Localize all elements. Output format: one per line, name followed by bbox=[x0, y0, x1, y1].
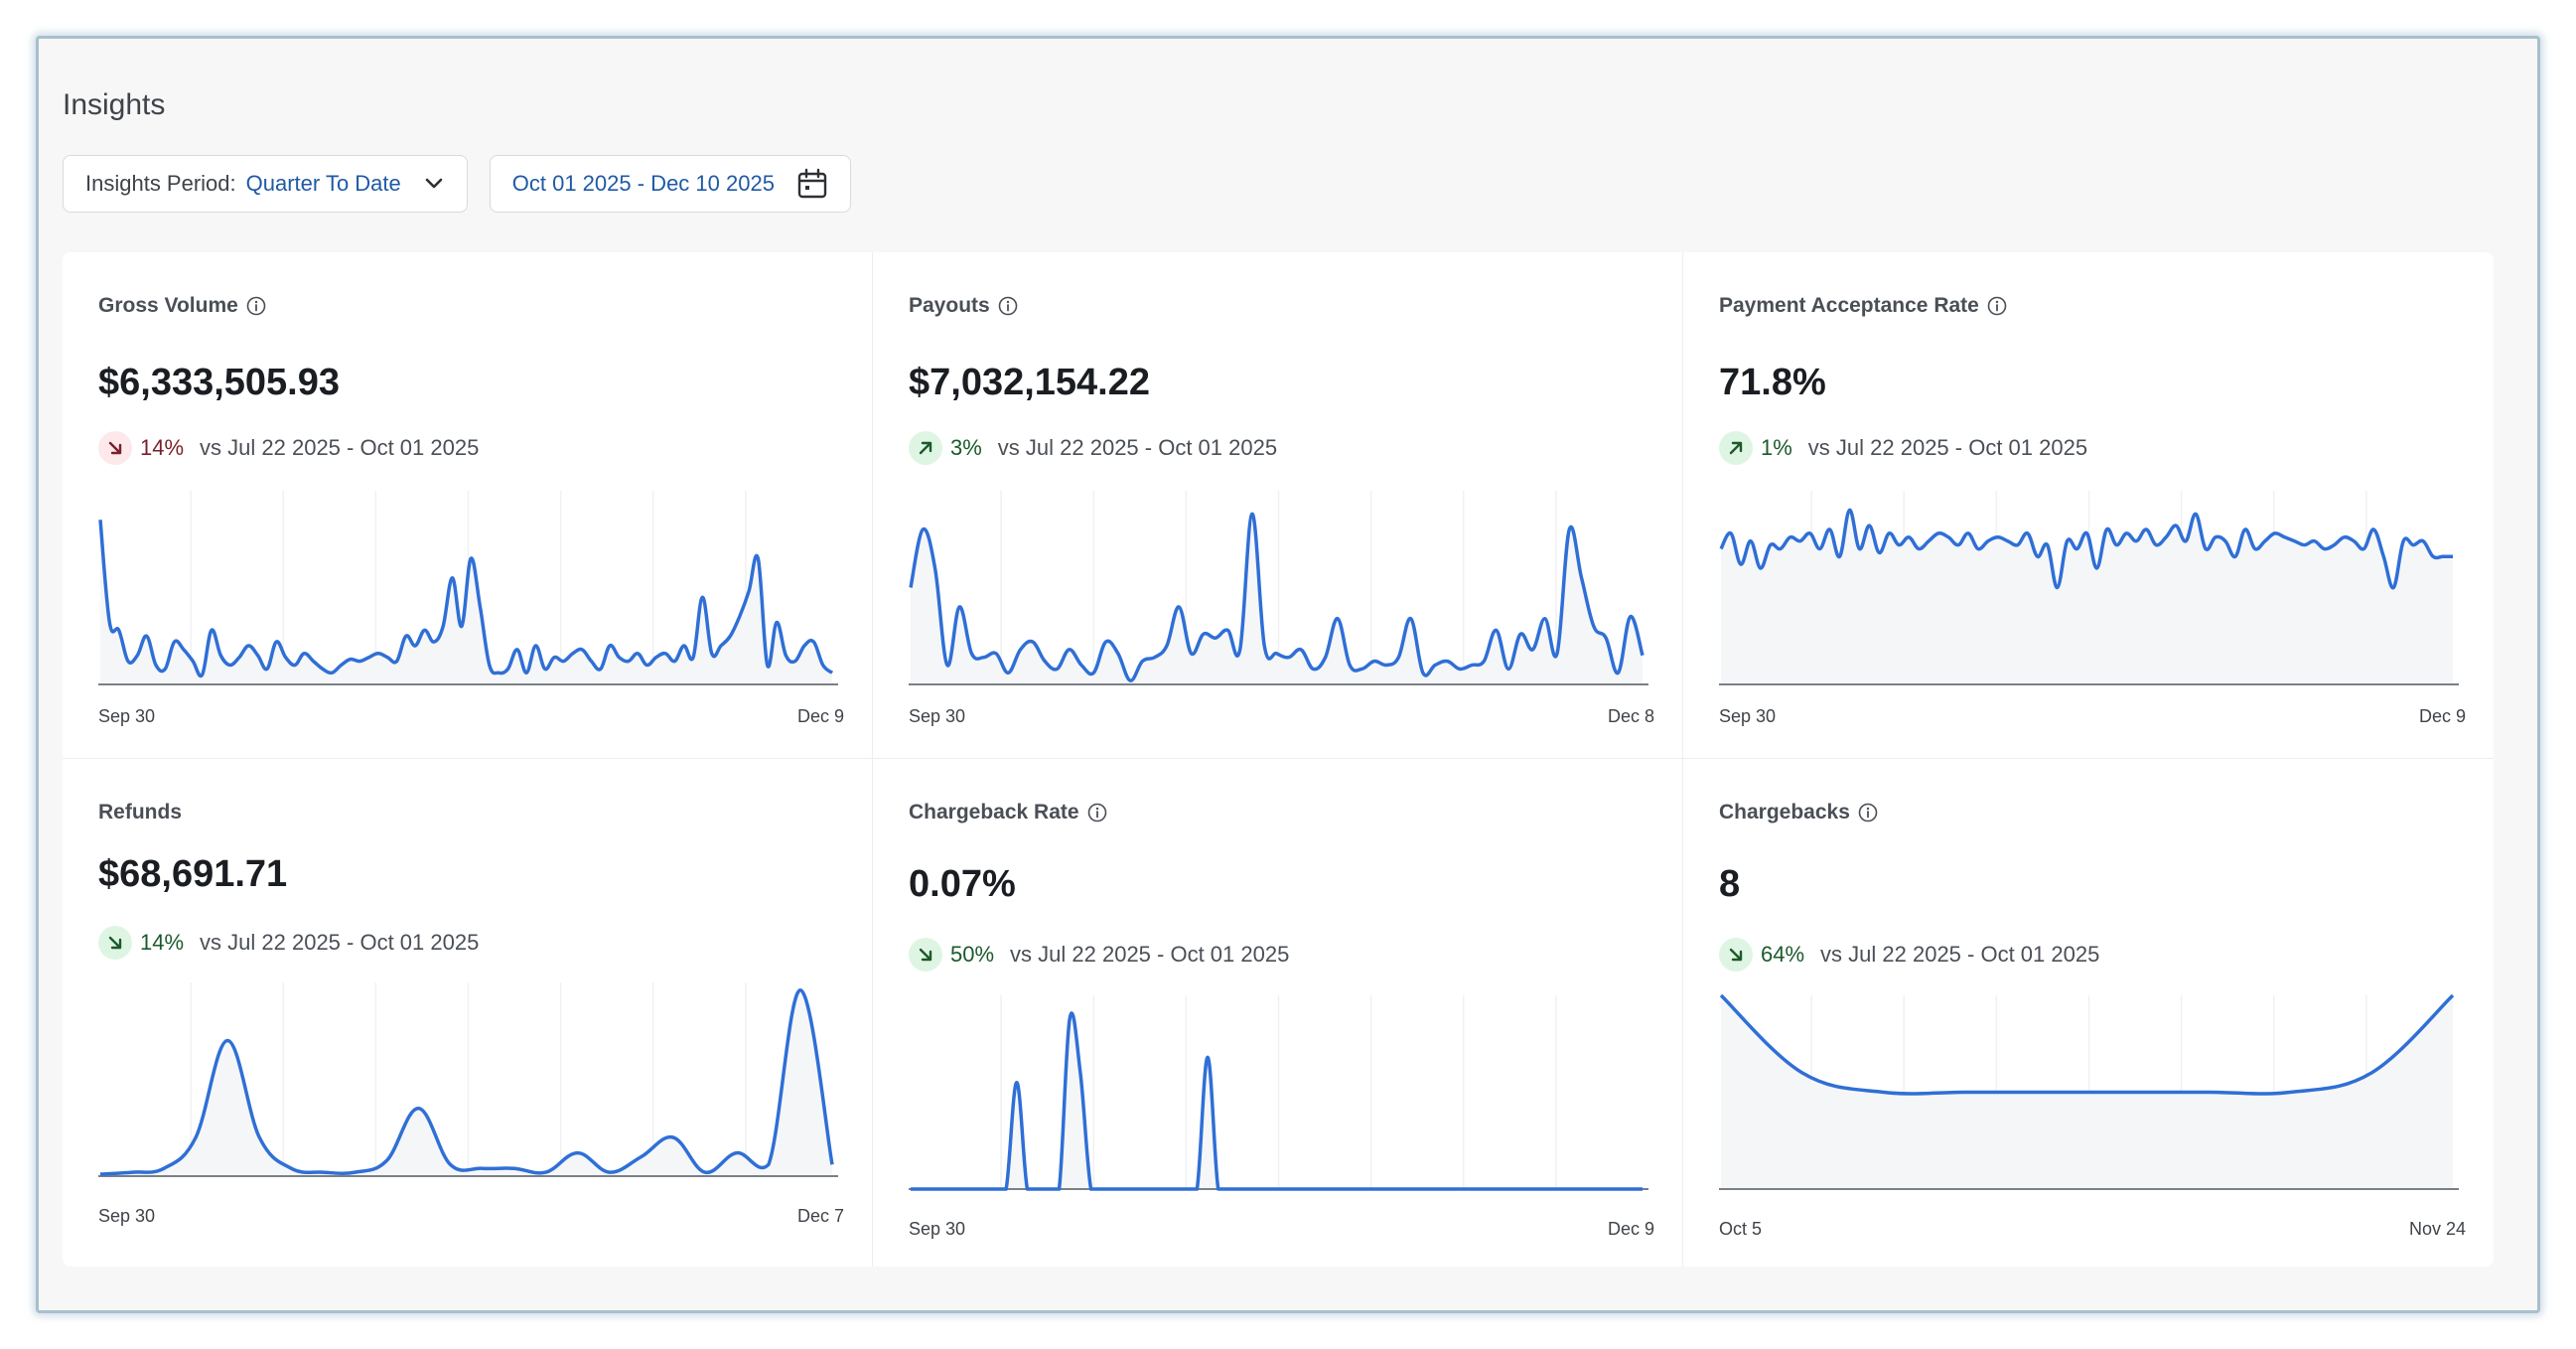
delta-percent: 14% bbox=[140, 930, 185, 955]
metric-delta: 50% vs Jul 22 2025 - Oct 01 2025 bbox=[909, 938, 1289, 972]
metrics-panel: Gross Volume $6,333,505.93 14% vs Jul 22 20… bbox=[63, 252, 2494, 1267]
metric-delta: 1% vs Jul 22 2025 - Oct 01 2025 bbox=[1719, 431, 2087, 465]
info-icon[interactable] bbox=[998, 296, 1018, 316]
metric-value: 71.8% bbox=[1719, 362, 1826, 403]
arrow-up-right-icon bbox=[1719, 431, 1753, 465]
metric-value: $68,691.71 bbox=[98, 853, 288, 895]
sparkline-chart bbox=[98, 982, 838, 1177]
calendar-icon bbox=[796, 168, 828, 200]
date-range-picker[interactable]: Oct 01 2025 - Dec 10 2025 bbox=[489, 155, 851, 213]
metric-title-text: Gross Volume bbox=[98, 294, 238, 317]
info-icon[interactable] bbox=[246, 296, 266, 316]
chevron-down-icon bbox=[423, 173, 445, 195]
arrow-up-right-icon bbox=[909, 431, 942, 465]
x-axis-end-label: Dec 7 bbox=[796, 1206, 844, 1226]
info-icon[interactable] bbox=[1987, 296, 2007, 316]
metric-title: Chargebacks bbox=[1719, 801, 1878, 824]
compare-period: vs Jul 22 2025 - Oct 01 2025 bbox=[997, 435, 1278, 460]
x-axis-end-label: Dec 8 bbox=[1607, 706, 1654, 726]
metric-title-text: Payment Acceptance Rate bbox=[1719, 294, 1979, 317]
info-icon[interactable] bbox=[1087, 803, 1107, 823]
sparkline-chart bbox=[1719, 993, 2459, 1190]
metric-card: Payment Acceptance Rate 71.8% 1% vs Jul 22 … bbox=[1683, 252, 2494, 759]
sparkline-chart bbox=[1719, 491, 2459, 685]
x-axis-start-label: Oct 5 bbox=[1719, 1219, 1763, 1239]
metric-title: Payment Acceptance Rate bbox=[1719, 294, 2007, 318]
sparkline-line bbox=[1719, 993, 2455, 1096]
compare-period: vs Jul 22 2025 - Oct 01 2025 bbox=[1010, 942, 1290, 967]
sparkline-chart bbox=[98, 491, 838, 685]
compare-period: vs Jul 22 2025 - Oct 01 2025 bbox=[1807, 435, 2088, 460]
arrow-down-right-icon bbox=[909, 938, 942, 972]
metric-value: $7,032,154.22 bbox=[909, 362, 1151, 403]
compare-period: vs Jul 22 2025 - Oct 01 2025 bbox=[1820, 942, 2100, 967]
x-axis-start-label: Sep 30 bbox=[909, 706, 966, 726]
x-axis-start-label: Sep 30 bbox=[98, 1206, 156, 1226]
sparkline-chart bbox=[909, 995, 1648, 1191]
metric-title-text: Chargeback Rate bbox=[909, 801, 1079, 824]
metric-delta: 3% vs Jul 22 2025 - Oct 01 2025 bbox=[909, 431, 1277, 465]
x-axis-end-label: Dec 9 bbox=[796, 706, 844, 726]
delta-percent: 1% bbox=[1761, 435, 1792, 460]
metric-delta: 14% vs Jul 22 2025 - Oct 01 2025 bbox=[98, 431, 479, 465]
metric-card: Refunds $68,691.71 14% vs Jul 22 2025 - Oct… bbox=[63, 759, 873, 1267]
delta-percent: 50% bbox=[950, 942, 995, 967]
x-axis-start-label: Sep 30 bbox=[98, 706, 156, 726]
arrow-down-right-icon bbox=[98, 926, 132, 960]
metric-title-text: Chargebacks bbox=[1719, 801, 1850, 824]
info-icon[interactable] bbox=[1858, 803, 1878, 823]
x-axis-end-label: Nov 24 bbox=[2408, 1219, 2466, 1239]
x-axis-start-label: Sep 30 bbox=[909, 1219, 966, 1239]
metric-value: 0.07% bbox=[909, 863, 1016, 905]
metric-title: Payouts bbox=[909, 294, 1018, 318]
x-axis-end-label: Dec 9 bbox=[1607, 1219, 1654, 1239]
page-title: Insights bbox=[63, 88, 166, 121]
metric-card: Chargeback Rate 0.07% 50% vs Jul 22 2025 - … bbox=[873, 759, 1683, 1267]
metric-title: Chargeback Rate bbox=[909, 801, 1107, 824]
compare-period: vs Jul 22 2025 - Oct 01 2025 bbox=[200, 435, 480, 460]
sparkline-area bbox=[911, 514, 1643, 684]
filter-controls: Insights Period: Quarter To Date Oct 01 … bbox=[63, 155, 851, 213]
period-value: Quarter To Date bbox=[245, 171, 401, 196]
metric-delta: 14% vs Jul 22 2025 - Oct 01 2025 bbox=[98, 926, 479, 960]
sparkline-chart bbox=[909, 491, 1648, 685]
insights-period-dropdown[interactable]: Insights Period: Quarter To Date bbox=[63, 155, 468, 213]
delta-percent: 14% bbox=[140, 435, 185, 460]
metric-value: 8 bbox=[1719, 863, 1741, 905]
arrow-down-right-icon bbox=[1719, 938, 1753, 972]
metric-title-text: Payouts bbox=[909, 294, 990, 317]
metric-card: Gross Volume $6,333,505.93 14% vs Jul 22 20… bbox=[63, 252, 873, 759]
metric-card: Chargebacks 8 64% vs Jul 22 2025 - Oct 01 2… bbox=[1683, 759, 2494, 1267]
delta-percent: 64% bbox=[1761, 942, 1805, 967]
metric-value: $6,333,505.93 bbox=[98, 362, 341, 403]
arrow-down-right-icon bbox=[98, 431, 132, 465]
metric-delta: 64% vs Jul 22 2025 - Oct 01 2025 bbox=[1719, 938, 2099, 972]
insights-window: Insights Insights Period: Quarter To Dat… bbox=[36, 36, 2540, 1313]
period-label: Insights Period: bbox=[85, 171, 236, 196]
metric-title: Refunds bbox=[98, 801, 182, 824]
delta-percent: 3% bbox=[950, 435, 982, 460]
metric-card: Payouts $7,032,154.22 3% vs Jul 22 2025 - O… bbox=[873, 252, 1683, 759]
x-axis-start-label: Sep 30 bbox=[1719, 706, 1777, 726]
metric-title-text: Refunds bbox=[98, 801, 182, 824]
metric-title: Gross Volume bbox=[98, 294, 266, 318]
compare-period: vs Jul 22 2025 - Oct 01 2025 bbox=[200, 930, 480, 955]
date-range-value: Oct 01 2025 - Dec 10 2025 bbox=[511, 171, 775, 196]
x-axis-end-label: Dec 9 bbox=[2418, 706, 2466, 726]
